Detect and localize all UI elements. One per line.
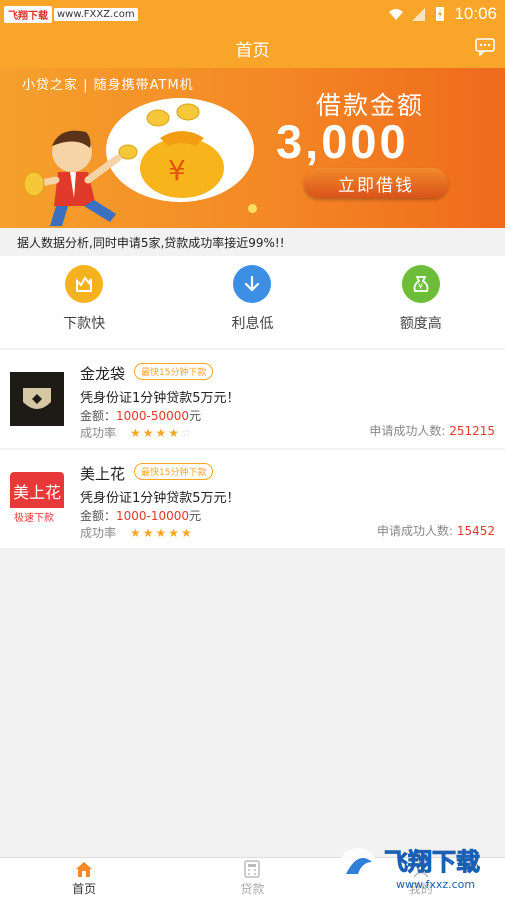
feature-label-fast: 下款快 [63, 316, 106, 332]
amount-label: 金额： [80, 509, 117, 523]
product-desc: 凭身份证1分钟贷款5万元！ [80, 491, 240, 506]
feature-low-interest[interactable]: 利息低 [168, 256, 336, 348]
svg-text:¥: ¥ [168, 154, 186, 187]
amount-value: 1000-50000 [116, 409, 190, 423]
tab-label-home: 首页 [72, 882, 97, 896]
carousel-indicator[interactable] [248, 204, 257, 213]
status-indicators: 10:06 [388, 4, 497, 24]
watermark-badge: 飞翔下载 [4, 5, 52, 23]
feature-fast[interactable]: 下款快 [0, 256, 168, 348]
watermark-logo: 飞翔下载 www.fxxz.com [336, 840, 501, 896]
banner-illustration: ¥ [23, 98, 254, 226]
product-name: 美上花 [80, 465, 126, 483]
amount-row: 金额：1000-10000元 [80, 507, 201, 524]
feature-row: 下款快 利息低 ¥ 额度高 [0, 256, 505, 348]
applicants-count: 申请成功人数: 251215 [369, 422, 495, 439]
status-bar: 飞翔下载 www.FXXZ.com 10:06 [0, 0, 505, 28]
feature-label-low-interest: 利息低 [231, 316, 274, 332]
message-icon[interactable] [475, 38, 495, 56]
amount-unit: 元 [189, 409, 202, 423]
rate-label: 成功率 [80, 426, 117, 440]
nav-bar: 首页 [0, 28, 505, 68]
banner-amount: 3,000 [276, 115, 409, 168]
applicants-label: 申请成功人数: [376, 524, 453, 538]
notice-bar: 据人数据分析,同时申请5家,贷款成功率接近99%!! [0, 228, 505, 256]
borrow-now-button[interactable]: 立即借钱 [304, 168, 448, 198]
product-desc: 凭身份证1分钟贷款5万元！ [80, 391, 240, 406]
chart-icon [65, 265, 104, 303]
meishanghua-logo: 美上花 极速下款 [10, 472, 64, 526]
applicants-value: 251215 [449, 424, 495, 438]
speed-badge: 最快15分钟下款 [134, 463, 214, 480]
status-time: 10:06 [454, 4, 497, 23]
amount-value: 1000-10000 [116, 509, 190, 523]
product-name: 金龙袋 [80, 365, 126, 383]
svg-text:¥: ¥ [418, 282, 423, 291]
applicants-count: 申请成功人数: 15452 [377, 522, 495, 539]
star-rating: ★★★★☆ [130, 425, 194, 440]
list-item[interactable]: 金龙袋 最快15分钟下款 凭身份证1分钟贷款5万元！ 金额：1000-50000… [0, 350, 505, 448]
money-bag-icon: ¥ [401, 265, 440, 303]
star-rating: ★★★★★ [130, 525, 194, 540]
calculator-icon [244, 860, 261, 878]
rate-row: 成功率 ★★★★★ [80, 524, 194, 541]
home-icon [76, 862, 93, 877]
wifi-icon [389, 9, 404, 20]
page-title: 首页 [235, 40, 270, 61]
list-item[interactable]: 美上花 极速下款 美上花 最快15分钟下款 凭身份证1分钟贷款5万元！ 金额：1… [0, 450, 505, 548]
promo-banner[interactable]: 小贷之家 | 随身携带ATM机 ¥ 借款金额 3,000 立即借钱 [0, 68, 505, 228]
rate-row: 成功率 ★★★★☆ [80, 424, 194, 441]
watermark-url: www.FXXZ.com [54, 7, 138, 21]
logo-text-bottom: 极速下款 [14, 511, 54, 524]
applicants-label: 申请成功人数: [369, 424, 446, 438]
tab-home[interactable]: 首页 [0, 858, 168, 900]
tab-label-loans: 贷款 [240, 882, 265, 896]
watermark: 飞翔下载 www.FXXZ.com [0, 0, 138, 28]
amount-label: 金额： [80, 409, 117, 423]
logo-text-top: 美上花 [13, 483, 61, 502]
fxxz-logo-icon: 飞翔下载 www.fxxz.com [338, 848, 481, 891]
speed-badge: 最快15分钟下款 [134, 363, 214, 380]
applicants-value: 15452 [456, 524, 495, 538]
feature-label-high-limit: 额度高 [399, 316, 442, 332]
watermark-logo-text: 飞翔下载 [384, 848, 480, 876]
feature-high-limit[interactable]: ¥ 额度高 [337, 256, 505, 348]
watermark-logo-url: www.fxxz.com [396, 878, 475, 891]
jinlongdai-logo [10, 372, 64, 426]
signal-icon [412, 8, 426, 21]
battery-icon [436, 7, 445, 21]
amount-row: 金额：1000-50000元 [80, 407, 201, 424]
rate-label: 成功率 [80, 526, 117, 540]
amount-unit: 元 [189, 509, 202, 523]
arrow-down-icon [233, 265, 272, 303]
tab-loans[interactable]: 贷款 [168, 858, 336, 900]
